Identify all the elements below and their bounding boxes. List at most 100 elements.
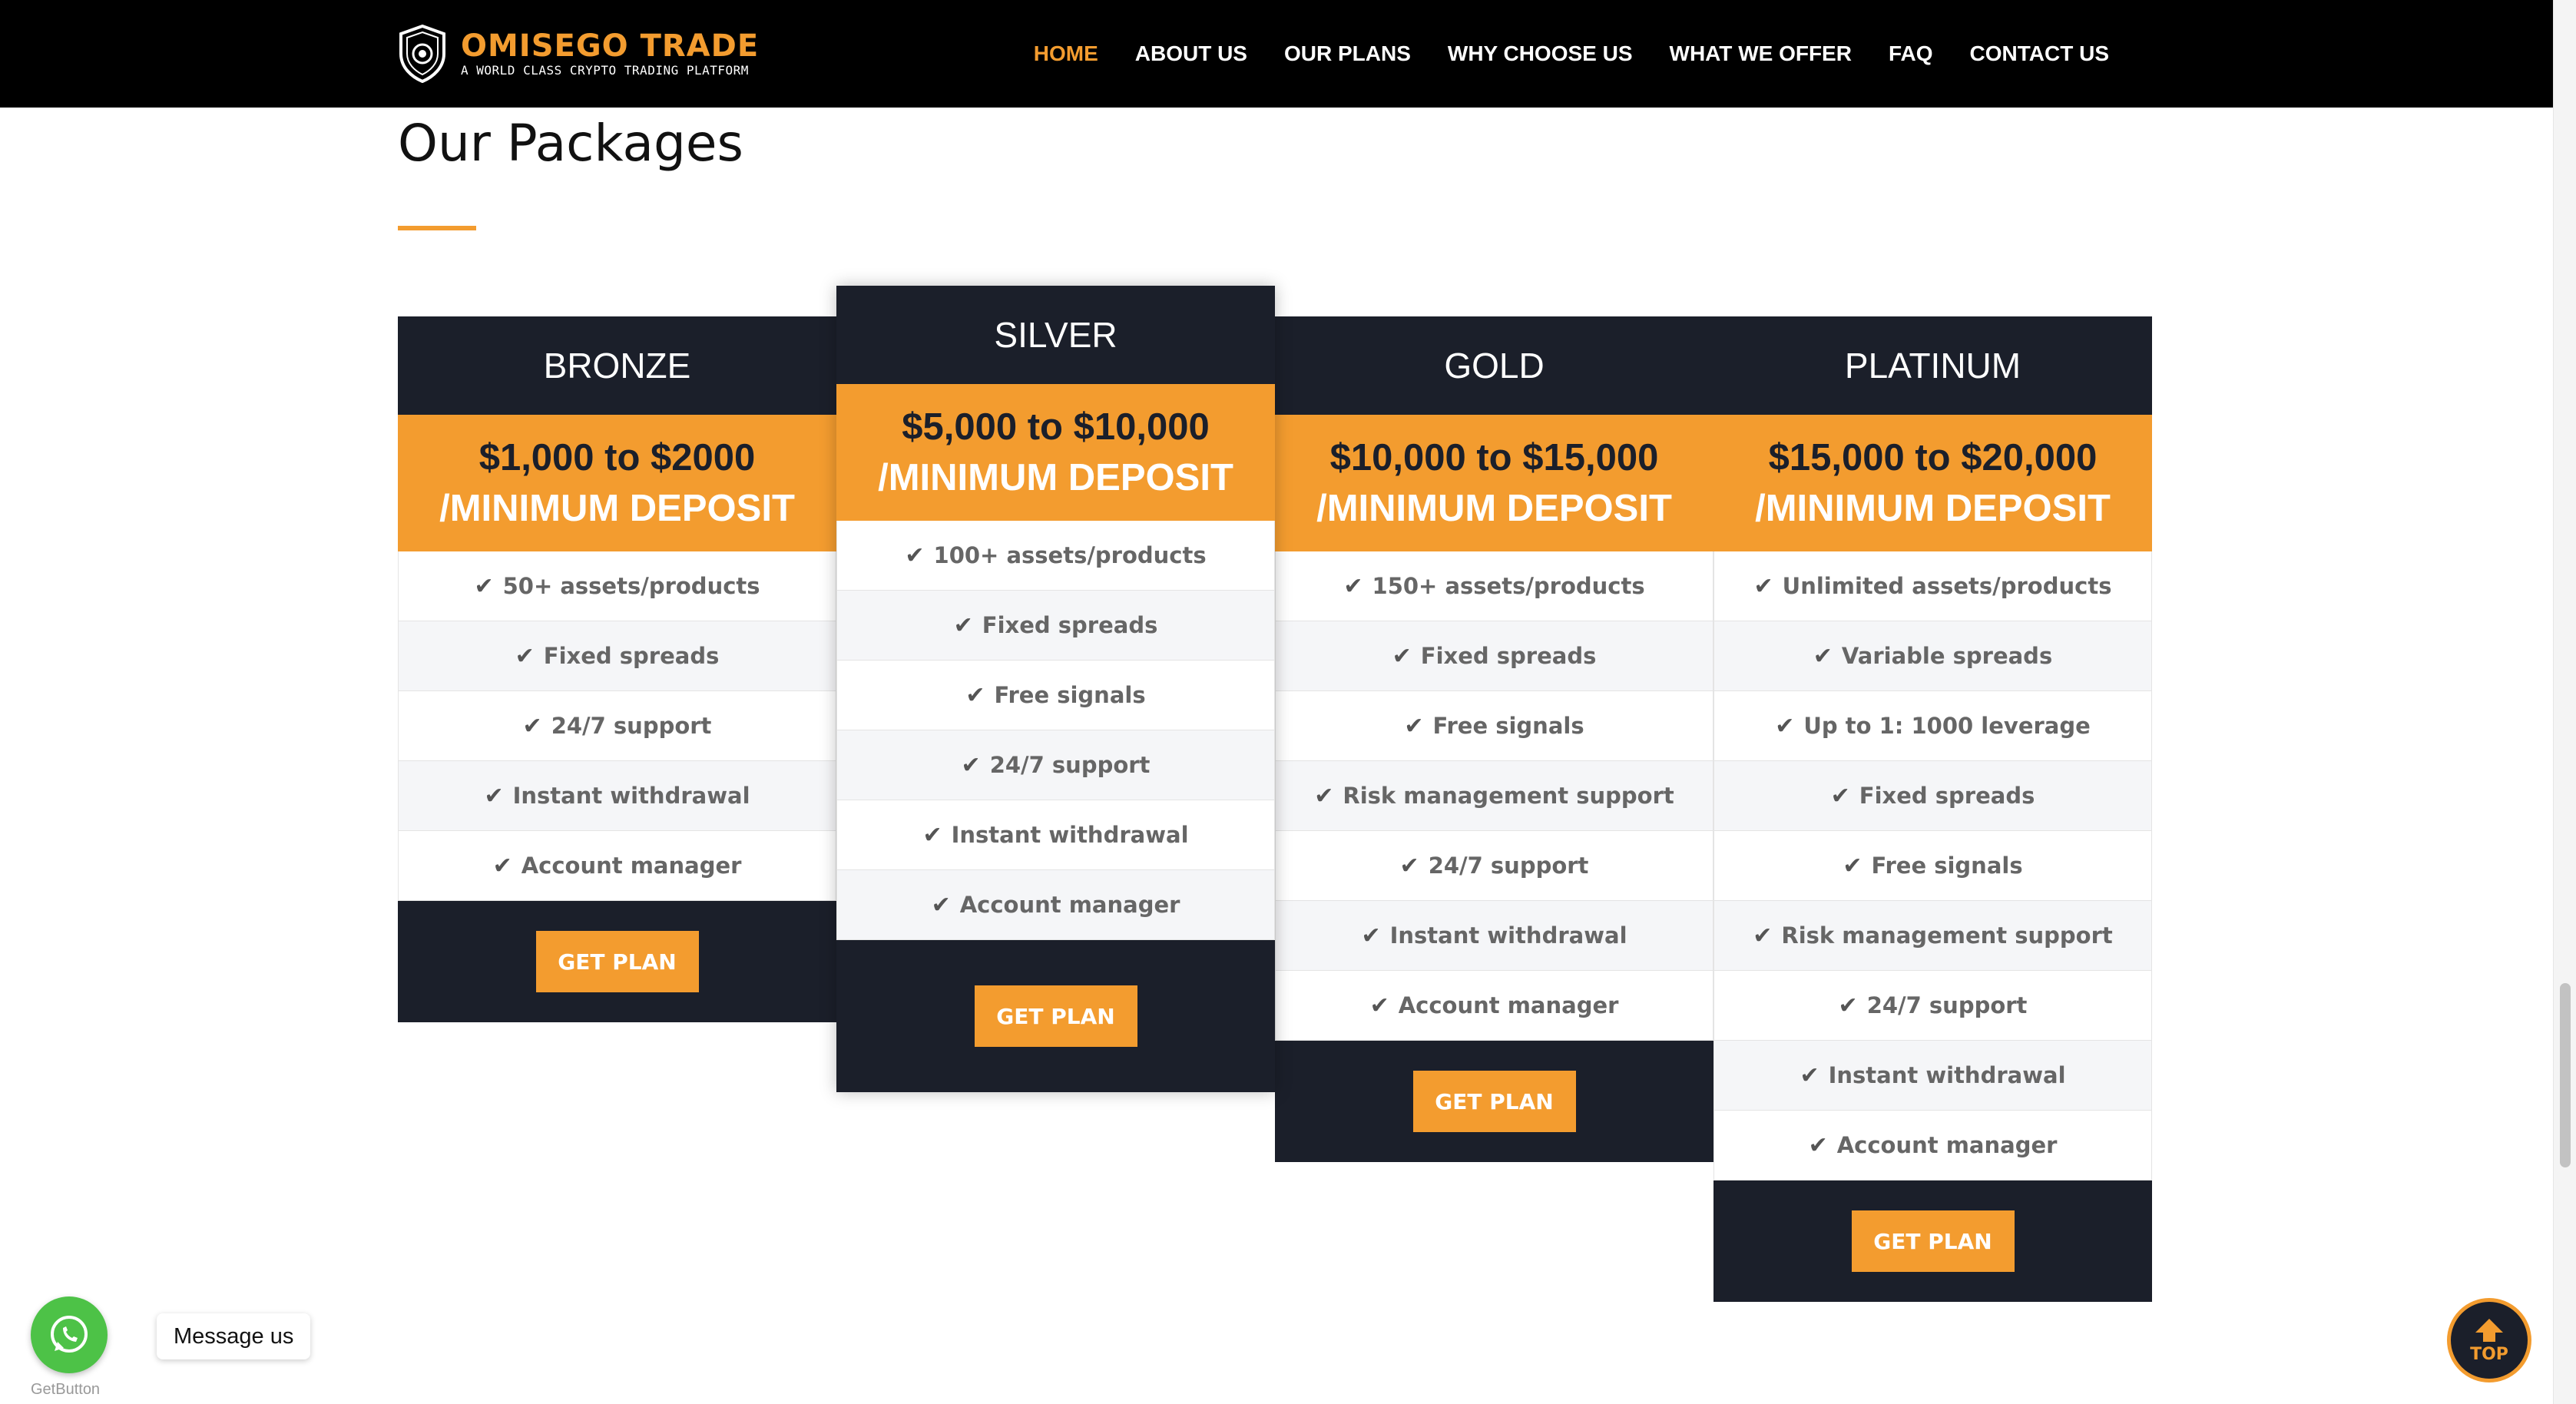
feature-list: ✔ 50+ assets/products ✔ Fixed spreads ✔ 24/… [398, 551, 836, 901]
feature-item: ✔ Variable spreads [1714, 621, 2151, 691]
get-plan-button-gold[interactable]: GET PLAN [1412, 1071, 1576, 1132]
price-subtitle: /MINIMUM DEPOSIT [439, 488, 795, 529]
check-icon: ✔ [1753, 922, 1773, 949]
plan-price: $1,000 to $2000 /MINIMUM DEPOSIT [398, 415, 836, 551]
check-icon: ✔ [905, 541, 925, 569]
plan-price: $15,000 to $20,000 /MINIMUM DEPOSIT [1713, 415, 2152, 551]
feature-label: 24/7 support [1428, 853, 1589, 879]
feature-label: Instant withdrawal [1828, 1062, 2066, 1088]
feature-item: ✔ Account manager [837, 870, 1274, 940]
feature-item: ✔ Free signals [1276, 691, 1713, 761]
get-plan-button-platinum[interactable]: GET PLAN [1851, 1210, 2015, 1272]
feature-item: ✔ Free signals [1714, 831, 2151, 901]
section-title: Our Packages [398, 114, 743, 173]
feature-item: ✔ Instant withdrawal [399, 761, 836, 831]
feature-label: Instant withdrawal [512, 783, 750, 809]
feature-item: ✔ Account manager [1714, 1111, 2151, 1180]
feature-item: ✔ Account manager [1276, 971, 1713, 1041]
plan-card-platinum: PLATINUM $15,000 to $20,000 /MINIMUM DEP… [1713, 316, 2152, 1302]
plan-name: GOLD [1275, 316, 1713, 415]
nav-what-we-offer[interactable]: WHAT WE OFFER [1670, 41, 1852, 66]
check-icon: ✔ [1399, 852, 1419, 879]
getbutton-credit[interactable]: GetButton [31, 1381, 100, 1399]
feature-item: ✔ Fixed spreads [1276, 621, 1713, 691]
feature-item: ✔ Unlimited assets/products [1714, 551, 2151, 621]
feature-label: Free signals [994, 682, 1146, 708]
feature-label: Account manager [521, 853, 742, 879]
main-nav: HOME ABOUT US OUR PLANS WHY CHOOSE US WH… [997, 0, 2109, 108]
nav-home[interactable]: HOME [1034, 41, 1098, 66]
plan-footer: GET PLAN [1713, 1180, 2152, 1302]
scrollbar-thumb[interactable] [2560, 983, 2571, 1167]
check-icon: ✔ [922, 821, 942, 849]
check-icon: ✔ [515, 642, 535, 670]
feature-item: ✔ Risk management support [1714, 901, 2151, 971]
nav-about-us[interactable]: ABOUT US [1135, 41, 1247, 66]
check-icon: ✔ [1838, 992, 1858, 1019]
plan-card-gold: GOLD $10,000 to $15,000 /MINIMUM DEPOSIT… [1275, 316, 1713, 1162]
nav-contact-us[interactable]: CONTACT US [1970, 41, 2109, 66]
feature-item: ✔ Instant withdrawal [837, 800, 1274, 870]
feature-label: Fixed spreads [1420, 643, 1597, 669]
feature-label: Unlimited assets/products [1782, 573, 2112, 599]
feature-list: ✔ Unlimited assets/products ✔ Variable spr… [1713, 551, 2152, 1180]
plan-card-bronze: BRONZE $1,000 to $2000 /MINIMUM DEPOSIT … [398, 316, 836, 1022]
feature-item: ✔ 50+ assets/products [399, 551, 836, 621]
feature-label: Instant withdrawal [951, 822, 1189, 848]
feature-label: Instant withdrawal [1389, 922, 1627, 949]
check-icon: ✔ [931, 891, 951, 919]
check-icon: ✔ [522, 712, 542, 740]
check-icon: ✔ [474, 572, 494, 600]
feature-item: ✔ 24/7 support [1714, 971, 2151, 1041]
nav-our-plans[interactable]: OUR PLANS [1284, 41, 1411, 66]
feature-label: 24/7 support [551, 713, 712, 739]
whatsapp-button[interactable] [31, 1296, 108, 1373]
feature-label: Account manager [1398, 992, 1619, 1018]
check-icon: ✔ [1808, 1131, 1828, 1159]
plan-name: BRONZE [398, 316, 836, 415]
price-subtitle: /MINIMUM DEPOSIT [1316, 488, 1672, 529]
feature-item: ✔ Instant withdrawal [1714, 1041, 2151, 1111]
feature-label: 24/7 support [989, 752, 1151, 778]
check-icon: ✔ [492, 852, 512, 879]
feature-label: Risk management support [1781, 922, 2113, 949]
get-plan-button-bronze[interactable]: GET PLAN [535, 931, 699, 992]
feature-item: ✔ Fixed spreads [399, 621, 836, 691]
brand-logo[interactable]: OMISEGO TRADE A WORLD CLASS CRYPTO TRADI… [398, 25, 759, 83]
feature-item: ✔ Up to 1: 1000 leverage [1714, 691, 2151, 761]
nav-faq[interactable]: FAQ [1889, 41, 1933, 66]
plan-price: $10,000 to $15,000 /MINIMUM DEPOSIT [1275, 415, 1713, 551]
price-range: $1,000 to $2000 [478, 437, 756, 478]
check-icon: ✔ [1361, 922, 1381, 949]
check-icon: ✔ [1843, 852, 1862, 879]
price-subtitle: /MINIMUM DEPOSIT [878, 457, 1233, 498]
feature-label: Risk management support [1343, 783, 1674, 809]
price-range: $10,000 to $15,000 [1329, 437, 1659, 478]
feature-item: ✔ Risk management support [1276, 761, 1713, 831]
feature-label: Account manager [959, 892, 1180, 918]
feature-item: ✔ Free signals [837, 661, 1274, 730]
get-plan-button-silver[interactable]: GET PLAN [974, 985, 1137, 1047]
plan-footer: GET PLAN [398, 901, 836, 1022]
feature-label: 24/7 support [1866, 992, 2028, 1018]
brand-tagline: A WORLD CLASS CRYPTO TRADING PLATFORM [461, 63, 749, 78]
feature-label: 150+ assets/products [1372, 573, 1645, 599]
check-icon: ✔ [965, 681, 985, 709]
feature-item: ✔ 150+ assets/products [1276, 551, 1713, 621]
price-range: $5,000 to $10,000 [902, 406, 1210, 448]
message-us-label[interactable]: Message us [157, 1313, 311, 1359]
check-icon: ✔ [1392, 642, 1412, 670]
check-icon: ✔ [1775, 712, 1795, 740]
feature-item: ✔ 24/7 support [1276, 831, 1713, 901]
check-icon: ✔ [961, 751, 981, 779]
feature-label: Free signals [1432, 713, 1584, 739]
scroll-to-top-button[interactable]: TOP [2447, 1298, 2531, 1382]
feature-label: Free signals [1871, 853, 2023, 879]
feature-label: 100+ assets/products [933, 542, 1207, 568]
title-underline [398, 226, 476, 230]
feature-list: ✔ 100+ assets/products ✔ Fixed spreads ✔ Fr… [836, 521, 1275, 940]
page-scrollbar[interactable] [2553, 0, 2576, 1404]
plan-footer: GET PLAN [1275, 1041, 1713, 1162]
nav-why-choose-us[interactable]: WHY CHOOSE US [1448, 41, 1633, 66]
feature-item: ✔ 24/7 support [399, 691, 836, 761]
